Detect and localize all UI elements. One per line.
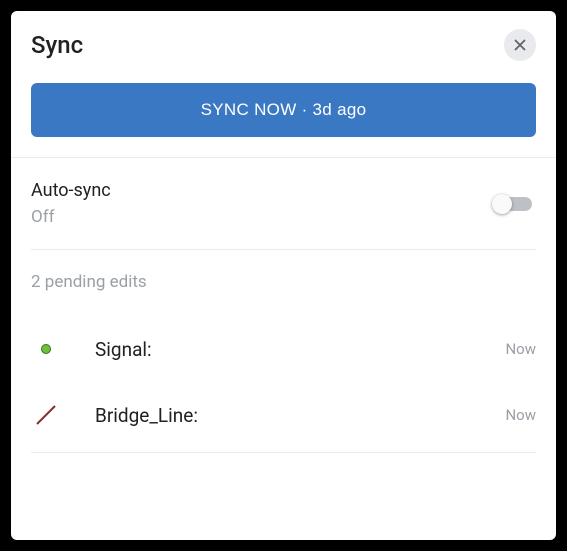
point-icon [31,334,61,364]
list-item[interactable]: Bridge_Line: Now [31,382,536,448]
sync-panel: Sync SYNC NOW · 3d ago Auto-sync Off 2 p… [11,11,556,540]
sync-button-wrap: SYNC NOW · 3d ago [11,67,556,157]
close-icon [511,36,529,54]
panel-header: Sync [11,19,556,67]
autosync-text: Auto-sync Off [31,180,111,227]
edit-time: Now [505,406,536,424]
line-icon [31,400,61,430]
page-title: Sync [31,31,83,59]
autosync-toggle[interactable] [492,194,536,214]
edit-name: Bridge_Line: [95,404,505,427]
list-item[interactable]: Signal: Now [31,316,536,382]
edit-name: Signal: [95,338,505,361]
pending-count-label: 2 pending edits [31,272,536,292]
close-button[interactable] [504,29,536,61]
autosync-label: Auto-sync [31,180,111,201]
divider [31,452,536,453]
edit-time: Now [505,340,536,358]
toggle-thumb [492,194,512,214]
pending-section: 2 pending edits Signal: Now Bridge_Line:… [11,250,556,448]
sync-now-button[interactable]: SYNC NOW · 3d ago [31,83,536,137]
autosync-row: Auto-sync Off [11,158,556,249]
autosync-status: Off [31,207,111,227]
